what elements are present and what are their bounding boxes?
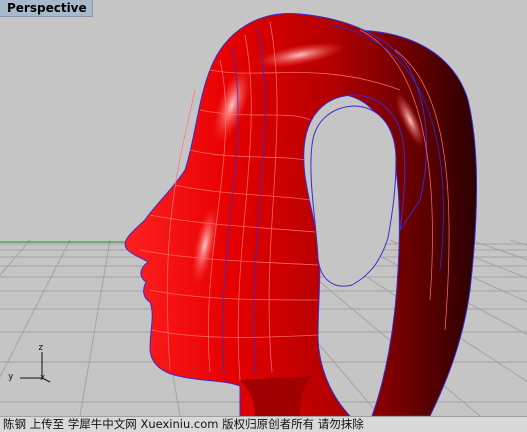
axis-label-y: y [8, 372, 14, 382]
viewport-title[interactable]: Perspective [0, 0, 93, 17]
watermark-bar: 陈钢 上传至 学犀牛中文网 Xuexiniu.com 版权归原创者所有 请勿抹除 [0, 416, 527, 432]
perspective-viewport[interactable]: Perspective z y x [0, 0, 527, 416]
viewport-scene [0, 12, 527, 416]
axis-label-z: z [38, 343, 44, 353]
axis-label-x: x [40, 373, 46, 383]
watermark-text: 陈钢 上传至 学犀牛中文网 Xuexiniu.com 版权归原创者所有 请勿抹除 [3, 417, 364, 431]
model-hole [310, 105, 397, 287]
